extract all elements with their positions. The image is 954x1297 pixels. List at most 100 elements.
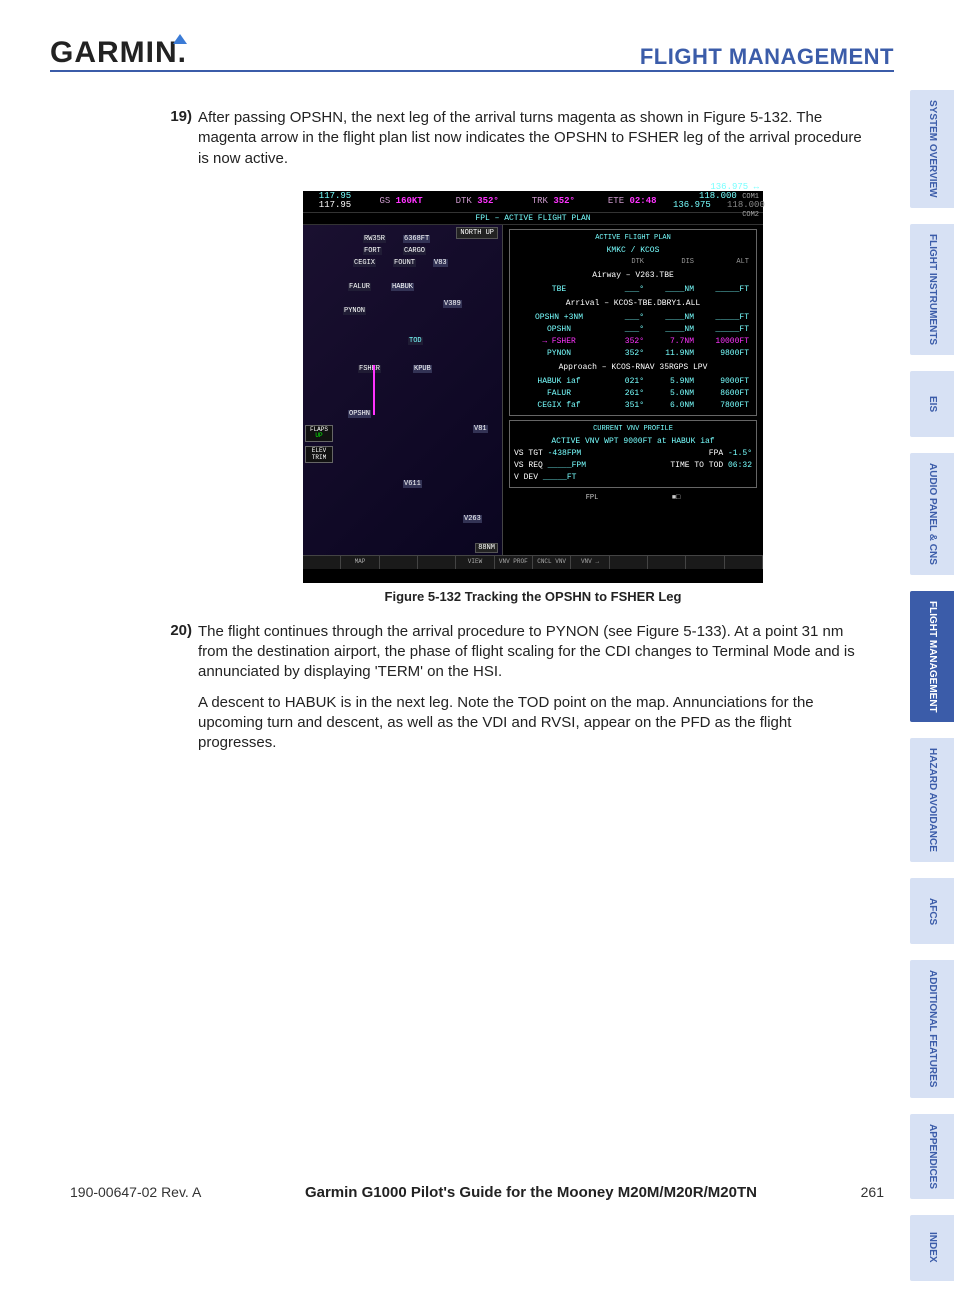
step-19-text: After passing OPSHN, the next leg of the… (198, 108, 868, 169)
fpl-row: → FSHER352°7.7NM10000FT (514, 336, 752, 348)
vnv-profile-box: CURRENT VNV PROFILE ACTIVE VNV WPT 9000F… (509, 420, 757, 489)
vnv-row-1: VS TGT -438FPM FPA -1.5° (514, 448, 752, 460)
wp-v83: V83 (433, 259, 448, 267)
flight-plan-pane: ACTIVE FLIGHT PLAN KMKC / KCOS DTK DIS A… (503, 225, 763, 555)
g1000-main: NORTH UP RW35R 6368FT CARGO FORT CEGIX F… (303, 225, 763, 555)
fpl-section-label: Approach – KCOS-RNAV 35RGPS LPV (514, 362, 752, 374)
tab-eis[interactable]: EIS (910, 371, 954, 437)
vnv-title: CURRENT VNV PROFILE (514, 424, 752, 435)
wp-cargo: CARGO (403, 247, 426, 255)
fpl-box-title: ACTIVE FLIGHT PLAN (514, 233, 752, 244)
wp-pynon: PYNON (343, 307, 366, 315)
garmin-logo: GARMIN. (50, 36, 187, 70)
fpl-row: OPSHN___°____NM_____FT (514, 324, 752, 336)
logo-text: GARMIN (50, 36, 178, 69)
flaps-box: FLAPS UP (305, 425, 333, 442)
step-body: The flight continues through the arrival… (198, 622, 868, 764)
wp-v611: V611 (403, 480, 422, 488)
map-range: 88NM (475, 543, 498, 553)
elev-trim-label: ELEV TRIM (307, 448, 331, 461)
tab-index[interactable]: INDEX (910, 1215, 954, 1281)
com2-active: 136.975 (673, 200, 711, 210)
softkey-1[interactable] (303, 556, 341, 569)
ttt-value: 06:32 (728, 461, 752, 470)
tab-flight-management[interactable]: FLIGHT MANAGEMENT (910, 591, 954, 723)
wp-alt6368: 6368FT (403, 235, 430, 243)
dtk-label: DTK (456, 196, 472, 206)
wp-fount: FOUNT (393, 259, 416, 267)
softkey-vnv-prof[interactable]: VNV PROF (495, 556, 533, 569)
wp-v81: V81 (473, 425, 488, 433)
tab-hazard-avoidance[interactable]: HAZARD AVOIDANCE (910, 738, 954, 862)
flight-data-bar: GS 160KT DTK 352° TRK 352° ETE 02:48 (363, 196, 673, 206)
wp-falur: FALUR (348, 283, 371, 291)
doc-revision: 190-00647-02 Rev. A (70, 1184, 201, 1200)
vdev-value: _____FT (543, 473, 577, 482)
fpl-rows: TBE___°____NM_____FTArrival – KCOS-TBE.D… (514, 284, 752, 412)
col-dis: DIS (644, 257, 694, 268)
ttt-label: TIME TO TOD (670, 461, 723, 470)
col-alt: ALT (694, 257, 749, 268)
fpl-row: FALUR261°5.0NM8600FT (514, 388, 752, 400)
step-body: After passing OPSHN, the next leg of the… (198, 108, 868, 179)
step-19: 19) After passing OPSHN, the next leg of… (168, 108, 868, 179)
vstgt-value: -438FPM (548, 449, 582, 458)
wp-kpub: KPUB (413, 365, 432, 373)
softkey-3[interactable] (380, 556, 418, 569)
magenta-leg-icon (373, 365, 375, 415)
figure-5-132: 117.95 117.95 GS 160KT DTK 352° TRK 352°… (198, 191, 868, 604)
ete-value: 02:48 (630, 196, 657, 206)
step-number: 19) (168, 108, 198, 179)
softkey-11[interactable] (686, 556, 724, 569)
fpl-row: TBE___°____NM_____FT (514, 284, 752, 296)
col-dtk: DTK (604, 257, 644, 268)
left-indicator-strip: FLAPS UP ELEV TRIM (305, 425, 333, 467)
active-fpl-box: ACTIVE FLIGHT PLAN KMKC / KCOS DTK DIS A… (509, 229, 757, 416)
nav-frequencies: 117.95 117.95 (303, 192, 363, 210)
fpa-label: FPA (709, 449, 723, 458)
page-content: 19) After passing OPSHN, the next leg of… (168, 108, 868, 775)
airway-label: Airway – V263.TBE (514, 270, 752, 282)
step-number: 20) (168, 622, 198, 764)
section-title: FLIGHT MANAGEMENT (640, 44, 894, 70)
softkey-12[interactable] (725, 556, 763, 569)
logo-triangle-icon (173, 34, 187, 44)
trk-value: 352° (553, 196, 575, 206)
vnv-row-3: V DEV _____FT (514, 472, 752, 484)
trk-label: TRK (532, 196, 548, 206)
softkey-9[interactable] (610, 556, 648, 569)
tab-system-overview[interactable]: SYSTEM OVERVIEW (910, 90, 954, 208)
nav2-freq: 117.95 (307, 201, 363, 210)
fpl-row: HABUK iaf021°5.9NM9000FT (514, 376, 752, 388)
fpl-row: CEGIX faf351°6.0NM7800FT (514, 400, 752, 412)
figure-caption: Figure 5-132 Tracking the OPSHN to FSHER… (198, 589, 868, 604)
ete-label: ETE (608, 196, 624, 206)
wp-fsher: FSHER (358, 365, 381, 373)
north-up-label: NORTH UP (456, 227, 498, 239)
tab-afcs[interactable]: AFCS (910, 878, 954, 944)
tab-appendices[interactable]: APPENDICES (910, 1114, 954, 1199)
page-indicator-icon: ■□ (672, 493, 680, 504)
map-pane: NORTH UP RW35R 6368FT CARGO FORT CEGIX F… (303, 225, 503, 555)
softkey-vnv-d[interactable]: VNV → (571, 556, 609, 569)
softkey-view[interactable]: VIEW (456, 556, 494, 569)
vstgt-label: VS TGT (514, 449, 543, 458)
tab-additional-features[interactable]: ADDITIONAL FEATURES (910, 960, 954, 1097)
softkey-4[interactable] (418, 556, 456, 569)
softkey-cncl-vnv[interactable]: CNCL VNV (533, 556, 571, 569)
softkey-10[interactable] (648, 556, 686, 569)
vdev-label: V DEV (514, 473, 538, 482)
fpl-route: KMKC / KCOS (514, 245, 752, 257)
gs-value: 160KT (396, 196, 423, 206)
tab-flight-instruments[interactable]: FLIGHT INSTRUMENTS (910, 224, 954, 355)
vnv-active-wpt: ACTIVE VNV WPT 9000FT at HABUK iaf (514, 436, 752, 448)
com2-standby: 118.000 (727, 200, 765, 210)
fpl-row: PYNON352°11.9NM9800FT (514, 348, 752, 360)
softkey-bar: MAP VIEW VNV PROF CNCL VNV VNV → (303, 555, 763, 569)
page-number: 261 (861, 1184, 884, 1200)
tab-audio-panel-cns[interactable]: AUDIO PANEL & CNS (910, 453, 954, 575)
elev-trim-box: ELEV TRIM (305, 446, 333, 463)
side-tabs: SYSTEM OVERVIEW FLIGHT INSTRUMENTS EIS A… (910, 90, 954, 1297)
softkey-map[interactable]: MAP (341, 556, 379, 569)
fpl-group-label: FPL (586, 493, 599, 504)
